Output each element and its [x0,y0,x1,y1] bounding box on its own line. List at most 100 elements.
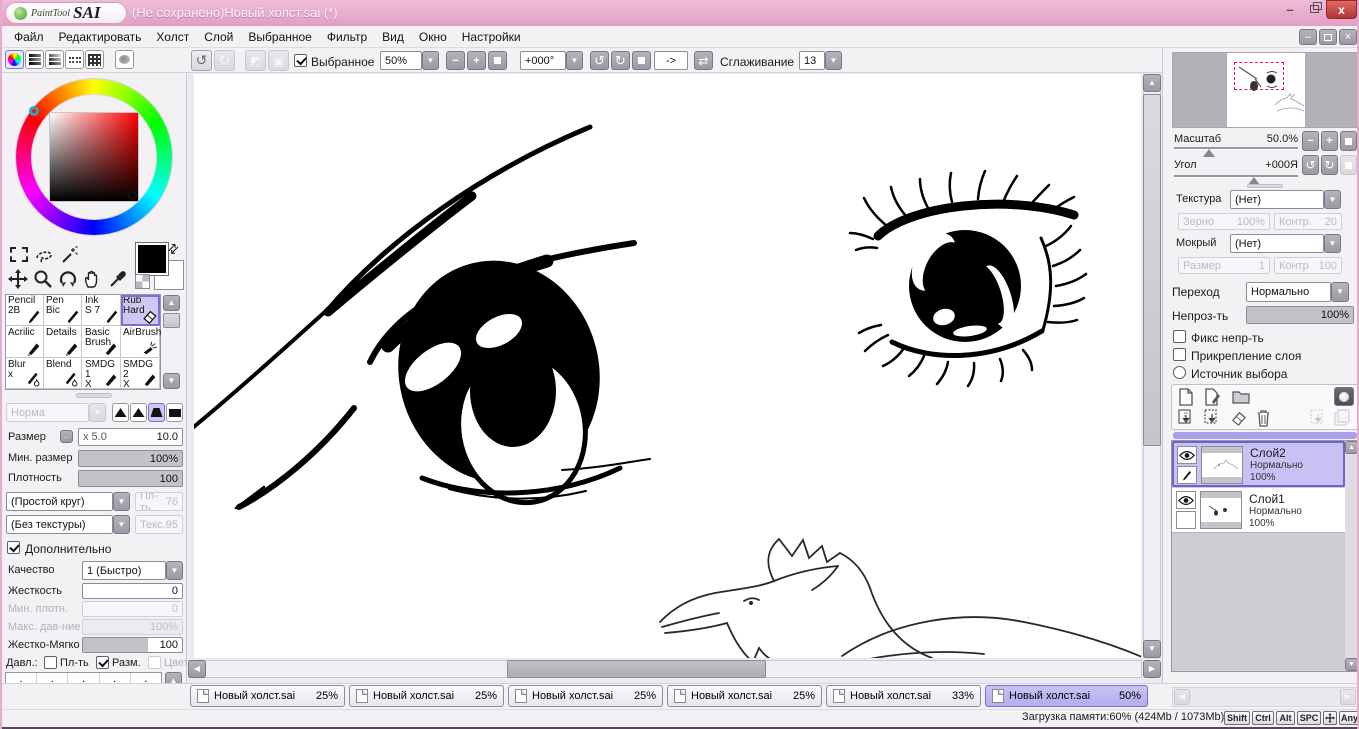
menu-window[interactable]: Окно [419,30,447,44]
menu-layer[interactable]: Слой [204,30,233,44]
navigator-view-rect[interactable] [1234,62,1284,90]
layer-visibility-button[interactable] [1176,491,1196,509]
mixer-panel-button[interactable] [65,50,84,69]
hard-soft-slider[interactable]: 100 [82,637,183,653]
brush-shape-trapezoid-button[interactable] [148,403,165,422]
mdi-restore-button[interactable] [1319,29,1337,45]
menu-file[interactable]: Файл [14,30,44,44]
layer-mask-button[interactable] [1334,387,1354,406]
copy-layer-down-button[interactable] [1178,409,1198,427]
tool-zoom[interactable] [33,269,53,289]
menu-filter[interactable]: Фильтр [327,30,367,44]
brush-details[interactable]: Details [44,327,82,358]
canvas-vscrollbar-thumb[interactable] [1143,94,1161,446]
nav-zoom-in-button[interactable]: + [1321,131,1338,151]
size-field[interactable]: x 5.0 10.0 [78,428,183,446]
tab-canvas-5[interactable]: Новый холст.sai 33% [826,685,981,707]
brush-airbrush[interactable]: AirBrush [121,327,160,358]
tab-canvas-2[interactable]: Новый холст.sai 25% [349,685,504,707]
menu-canvas[interactable]: Холст [156,30,189,44]
tool-marquee[interactable] [10,247,28,262]
canvas-hscroll-right-button[interactable]: ▶ [1143,660,1161,678]
nav-rotate-reset-button[interactable] [1340,155,1357,175]
hardness-slider[interactable]: 0 [82,583,183,599]
zoom-dropdown-button[interactable]: ▼ [422,51,439,70]
angle-dropdown-button[interactable]: ▼ [566,51,583,70]
brush-scroll-up-button[interactable]: ▲ [163,295,180,311]
pressure-density-checkbox[interactable] [44,656,57,669]
layer-scroll-up-button[interactable]: ▲ [1345,441,1358,454]
nav-zoom-out-button[interactable]: − [1302,131,1319,151]
flip-horizontal-button[interactable]: ⇄ [694,51,713,70]
brush-shape-square-button[interactable] [166,403,183,422]
scratchpad-panel-button[interactable] [115,50,134,69]
pressure-color-checkbox[interactable] [148,656,161,669]
wet-dropdown[interactable]: (Нет) [1230,234,1324,253]
tool-move[interactable] [8,269,28,289]
tab-canvas-3[interactable]: Новый холст.sai 25% [508,685,663,707]
window-minimize-button[interactable]: – [1278,0,1302,18]
mdi-close-button[interactable]: × [1339,29,1357,45]
deselect-button[interactable]: ▣ [268,50,289,71]
delete-layer-button[interactable] [1256,409,1276,427]
tabstrip-scroll-left-button[interactable]: ◀ [1174,689,1190,705]
blend-mode-dropdown-button[interactable]: ▼ [1331,282,1349,302]
brush-texture-dropdown-button[interactable]: ▼ [113,515,130,534]
sv-square[interactable] [50,113,138,201]
canvas-hscrollbar-thumb[interactable] [507,660,766,678]
layer-visibility-button[interactable] [1177,446,1197,464]
selection-source-radio[interactable] [1173,366,1186,379]
rgb-sliders-panel-button[interactable] [25,50,44,69]
tool-magic-wand[interactable] [60,245,80,265]
window-restore-button[interactable] [1302,0,1326,18]
size-preview-button[interactable]: … [60,430,73,443]
mdi-minimize-button[interactable]: – [1299,29,1317,45]
wet-dropdown-button[interactable]: ▼ [1324,234,1341,253]
max-pressure-slider[interactable]: 100% [82,619,183,635]
blend-mode-dropdown[interactable]: Нормально [1246,282,1331,302]
layer-list-scrollbar-track[interactable] [1345,441,1358,671]
paste-layer-button-disabled[interactable] [1334,409,1354,427]
preserve-opacity-checkbox[interactable] [1173,330,1186,343]
quality-dropdown-button[interactable]: ▼ [166,561,183,580]
brush-smdg2[interactable]: SMDG 2X [121,359,160,389]
advanced-settings-checkbox[interactable] [7,541,20,554]
brush-shape-soft-button[interactable] [112,403,129,422]
brush-texture-dropdown[interactable]: (Без текстуры) [6,515,113,534]
min-size-slider[interactable]: 100% [78,450,183,467]
undo-button[interactable]: ↺ [191,50,212,71]
zoom-value-field[interactable]: 50% [380,51,422,70]
selection-to-layer-button[interactable]: ◩ [245,50,266,71]
canvas-vscroll-up-button[interactable]: ▲ [1143,74,1161,92]
nav-rotate-ccw-button[interactable]: ↺ [1302,155,1319,175]
menu-edit[interactable]: Редактировать [59,30,142,44]
transfer-down-button-disabled[interactable] [1310,409,1330,427]
transparent-color-swatch[interactable] [135,274,150,289]
layer-list-hscrollbar[interactable] [1173,432,1357,439]
navigator-angle-slider[interactable] [1174,175,1298,177]
layer-row-sloy2[interactable]: Слой2 Нормально 100% [1172,441,1345,487]
menu-selection[interactable]: Выбранное [248,30,311,44]
zoom-out-button[interactable]: − [446,51,465,70]
brush-scrollbar-thumb[interactable] [163,313,180,328]
tab-canvas-1[interactable]: Новый холст.sai 25% [190,685,345,707]
clear-layer-button[interactable] [1230,409,1250,427]
swatches-panel-button[interactable] [85,50,104,69]
canvas-hscroll-left-button[interactable]: ◀ [188,660,206,678]
brush-basic-brush[interactable]: BasicBrush [83,327,121,358]
brush-ink-s7[interactable]: InkS 7 [83,295,121,326]
tab-canvas-6-selected[interactable]: Новый холст.sai 50% [985,685,1148,707]
density-slider[interactable]: 100 [78,470,183,487]
navigator-scale-handle[interactable] [1203,149,1215,157]
min-density-slider[interactable]: 0 [82,601,183,617]
brush-pen-bic[interactable]: PenBic [44,295,82,326]
smoothing-dropdown-button[interactable]: ▼ [825,51,842,70]
tabstrip-scroll-right-button[interactable]: ▶ [1340,689,1356,705]
brush-acrilic[interactable]: Acrilic [6,327,44,358]
menu-view[interactable]: Вид [382,30,404,44]
hsv-sliders-panel-button[interactable] [45,50,64,69]
layer-scroll-down-button[interactable]: ▼ [1345,658,1358,671]
brush-blend[interactable]: Blend [44,359,82,389]
canvas-vscroll-down-button[interactable]: ▼ [1143,640,1161,658]
clipping-group-checkbox[interactable] [1173,348,1186,361]
